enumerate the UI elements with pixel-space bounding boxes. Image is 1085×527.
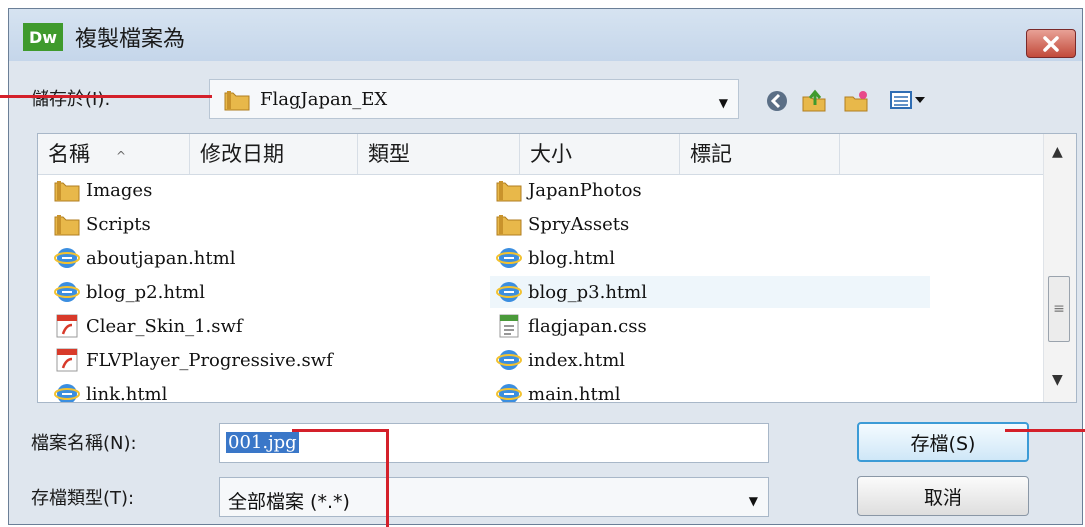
filename-value: 001.jpg <box>226 432 299 453</box>
callout-line-filename <box>292 429 388 432</box>
column-modified-date[interactable]: 修改日期 <box>190 134 358 174</box>
column-tags[interactable]: 標記 <box>680 134 840 174</box>
list-item[interactable]: JapanPhotos <box>496 174 642 206</box>
file-name: main.html <box>528 383 621 403</box>
column-name[interactable]: 名稱 ^ <box>38 134 190 174</box>
ie-html-icon <box>496 282 522 302</box>
folder-icon <box>224 91 250 111</box>
filename-label: 檔案名稱(N): <box>31 433 137 454</box>
ie-html-icon <box>496 248 522 268</box>
swf-icon <box>56 314 78 338</box>
cancel-button[interactable]: 取消 <box>857 476 1029 516</box>
ie-html-icon <box>54 248 80 268</box>
column-size[interactable]: 大小 <box>520 134 680 174</box>
list-item[interactable]: main.html <box>496 378 621 403</box>
view-menu-icon[interactable] <box>889 89 929 113</box>
list-item-selected[interactable]: blog_p3.html <box>490 276 930 308</box>
ie-html-icon <box>496 384 522 402</box>
file-name: FLVPlayer_Progressive.swf <box>86 349 333 371</box>
file-name: flagjapan.css <box>528 315 647 337</box>
folder-icon <box>54 181 80 202</box>
folder-icon <box>496 181 522 202</box>
column-size-label: 大小 <box>530 142 572 166</box>
folder-icon <box>54 215 80 236</box>
column-header-row: 名稱 ^ 修改日期 類型 大小 標記 <box>38 134 1044 175</box>
column-name-label: 名稱 <box>48 142 90 166</box>
callout-line-save-button <box>1005 429 1085 432</box>
scroll-down-icon[interactable]: ▼ <box>1052 372 1063 388</box>
up-folder-icon[interactable] <box>801 89 827 113</box>
save-in-dropdown[interactable]: FlagJapan_EX ▼ <box>209 79 739 119</box>
file-name: Clear_Skin_1.swf <box>86 315 243 337</box>
sort-ascending-icon: ^ <box>116 149 127 163</box>
scroll-up-icon[interactable]: ▲ <box>1052 144 1063 160</box>
new-folder-icon[interactable] <box>843 89 869 113</box>
list-item[interactable]: index.html <box>496 344 625 376</box>
folder-icon <box>496 215 522 236</box>
column-tags-label: 標記 <box>690 142 732 166</box>
column-modified-date-label: 修改日期 <box>200 142 284 166</box>
css-icon <box>499 314 519 338</box>
close-button[interactable] <box>1026 29 1076 58</box>
list-item[interactable]: FLVPlayer_Progressive.swf <box>54 344 333 376</box>
filetype-label: 存檔類型(T): <box>31 488 135 509</box>
list-item[interactable]: blog_p2.html <box>54 276 205 308</box>
file-name: blog.html <box>528 247 616 269</box>
ie-html-icon <box>54 384 80 402</box>
list-item[interactable]: Images <box>54 174 152 206</box>
vertical-scrollbar[interactable]: ▲ ≡ ▼ <box>1043 134 1076 402</box>
callout-line-filename-vertical <box>386 429 389 527</box>
save-button[interactable]: 存檔(S) <box>857 422 1029 462</box>
filetype-dropdown[interactable]: 全部檔案 (*.*) ▼ <box>219 477 769 517</box>
list-item[interactable]: link.html <box>54 378 168 403</box>
list-item[interactable]: flagjapan.css <box>496 310 647 342</box>
file-name: SpryAssets <box>528 213 630 235</box>
scroll-thumb[interactable]: ≡ <box>1048 276 1070 342</box>
file-name: link.html <box>86 383 168 403</box>
file-name: index.html <box>528 349 626 371</box>
list-item[interactable]: blog.html <box>496 242 615 274</box>
chevron-down-icon: ▼ <box>748 494 758 508</box>
file-name: Scripts <box>86 213 151 235</box>
list-item[interactable]: Clear_Skin_1.swf <box>54 310 243 342</box>
ie-html-icon <box>54 282 80 302</box>
file-name: blog_p2.html <box>86 281 205 303</box>
column-type-label: 類型 <box>368 142 410 166</box>
callout-line-save-in <box>0 95 212 98</box>
save-in-label: 儲存於(I): <box>31 89 111 110</box>
list-item[interactable]: Scripts <box>54 208 151 240</box>
list-item[interactable]: aboutjapan.html <box>54 242 235 274</box>
save-in-value: FlagJapan_EX <box>260 89 388 110</box>
column-type[interactable]: 類型 <box>358 134 520 174</box>
filetype-value: 全部檔案 (*.*) <box>228 491 350 513</box>
dialog-title: 複製檔案為 <box>75 27 186 52</box>
list-item[interactable]: SpryAssets <box>496 208 629 240</box>
title-bar[interactable]: Dw 複製檔案為 <box>9 9 1082 61</box>
swf-icon <box>56 348 78 372</box>
ie-html-icon <box>496 350 522 370</box>
save-as-dialog: Dw 複製檔案為 儲存於(I): FlagJapan_EX ▼ 名稱 ^ 修改日… <box>8 8 1083 525</box>
chevron-down-icon: ▼ <box>718 96 728 110</box>
back-icon[interactable] <box>765 89 789 113</box>
file-name: Images <box>86 179 153 201</box>
file-name: JapanPhotos <box>528 179 642 201</box>
dreamweaver-logo: Dw <box>23 23 63 51</box>
close-icon <box>1043 35 1059 52</box>
file-list[interactable]: 名稱 ^ 修改日期 類型 大小 標記 Images Scripts aboutj… <box>37 133 1077 403</box>
file-name: aboutjapan.html <box>86 247 236 269</box>
file-name: blog_p3.html <box>528 281 647 303</box>
